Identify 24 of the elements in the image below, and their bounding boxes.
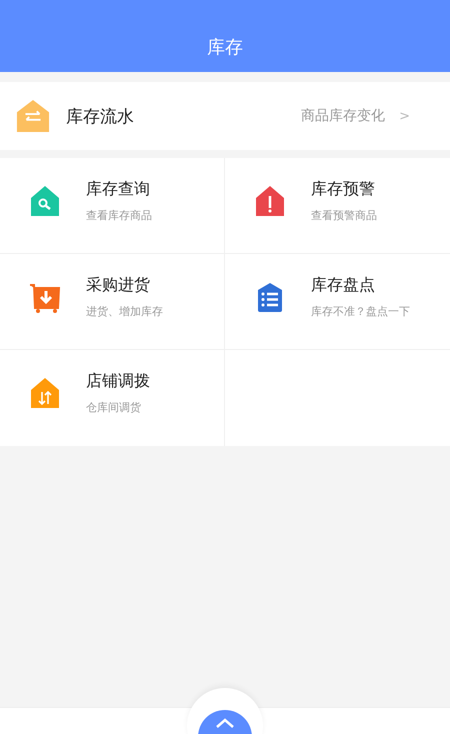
tile-subtitle: 仓库间调货 <box>86 400 142 415</box>
tile-title: 店铺调拨 <box>86 371 150 392</box>
tile-subtitle: 库存不准？盘点一下 <box>311 304 410 318</box>
flow-row[interactable]: 库存流水 商品库存变化 > <box>0 82 450 150</box>
tile-title: 采购进货 <box>86 274 151 296</box>
flow-title: 库存流水 <box>66 106 135 128</box>
tile-subtitle: 进货、增加库存 <box>86 304 163 318</box>
menu-tile[interactable]: 库存盘点 库存不准？盘点一下 <box>225 254 450 350</box>
tile-title: 库存盘点 <box>311 274 376 296</box>
menu-tile[interactable]: 库存查询 查看库存商品 <box>0 158 225 254</box>
tile-title: 库存预警 <box>311 178 376 200</box>
tile-title: 库存查询 <box>86 178 151 200</box>
search-icon <box>28 184 62 218</box>
alert-house-icon <box>253 184 287 218</box>
menu-tile[interactable]: 库存预警 查看预警商品 <box>225 158 450 254</box>
flow-hint: 商品库存变化 <box>301 107 386 125</box>
menu-tile[interactable]: 采购进货 进货、增加库存 <box>0 254 225 350</box>
page-title: 库存 <box>207 36 243 59</box>
tile-subtitle: 查看预警商品 <box>311 208 377 222</box>
transfer-house-icon <box>28 376 62 410</box>
chevron-text: > <box>399 108 410 124</box>
transfer-house-icon <box>16 99 50 133</box>
menu-tile[interactable]: 店铺调拨 仓库间调货 <box>0 350 225 446</box>
tile-subtitle: 查看库存商品 <box>86 208 152 222</box>
